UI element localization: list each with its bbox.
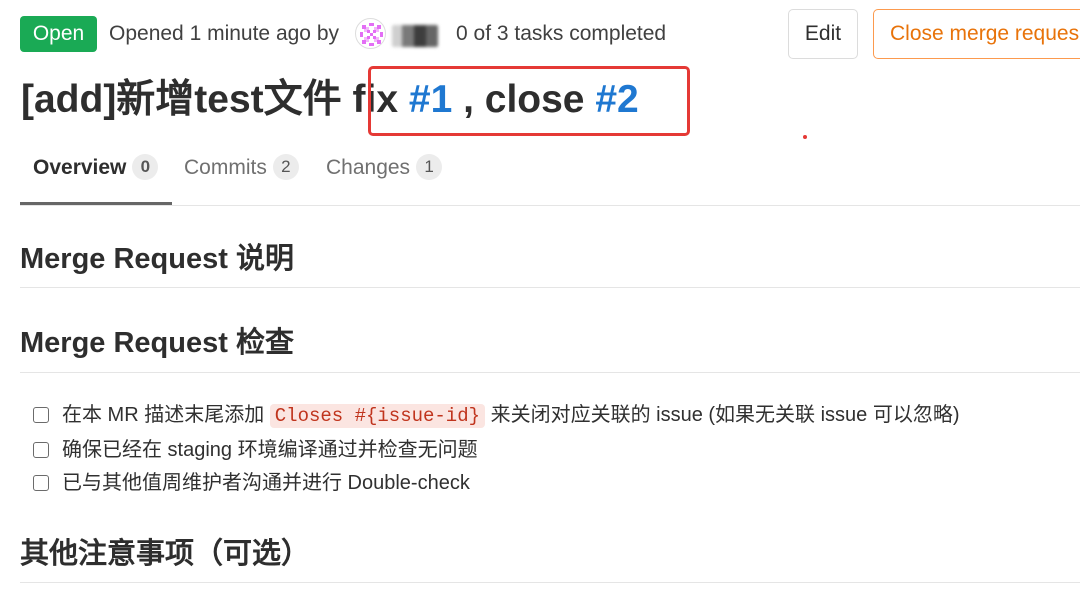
annotation-highlight-box bbox=[368, 66, 690, 136]
task-checkbox[interactable] bbox=[33, 407, 49, 423]
checklist-item: 在本 MR 描述末尾添加 Closes #{issue-id} 来关闭对应关联的… bbox=[33, 401, 960, 430]
tab-changes-count: 1 bbox=[416, 154, 443, 180]
tab-commits-label: Commits bbox=[184, 156, 267, 179]
tab-commits-count: 2 bbox=[272, 154, 299, 180]
title-prefix: [add]新增test文件 bbox=[21, 78, 353, 121]
author-name-redacted[interactable] bbox=[392, 25, 438, 47]
tab-overview-count: 0 bbox=[132, 154, 159, 180]
close-merge-request-button[interactable]: Close merge reques bbox=[873, 9, 1080, 59]
identicon-avatar-icon bbox=[360, 23, 383, 46]
tasks-progress-text: 0 of 3 tasks completed bbox=[456, 22, 667, 45]
author-avatar[interactable] bbox=[355, 18, 386, 49]
section-title-other-notes: 其他注意事项（可选） bbox=[20, 538, 311, 570]
section-divider bbox=[20, 372, 1080, 373]
inline-code: Closes #{issue-id} bbox=[269, 404, 486, 428]
checklist-item: 已与其他值周维护者沟通并进行 Double-check bbox=[33, 469, 470, 497]
tab-changes[interactable]: Changes 1 bbox=[326, 150, 443, 186]
annotation-dot bbox=[803, 135, 807, 139]
edit-button[interactable]: Edit bbox=[788, 9, 858, 59]
checklist-text: 已与其他值周维护者沟通并进行 Double-check bbox=[62, 472, 470, 494]
checklist-text: 确保已经在 staging 环境编译通过并检查无问题 bbox=[62, 439, 478, 461]
opened-text: Opened 1 minute ago by bbox=[109, 22, 339, 45]
section-title-description: Merge Request 说明 bbox=[20, 243, 294, 275]
checklist-item: 确保已经在 staging 环境编译通过并检查无问题 bbox=[33, 436, 478, 464]
task-checkbox[interactable] bbox=[33, 475, 49, 491]
section-divider bbox=[20, 582, 1080, 583]
checklist-text: 来关闭对应关联的 issue (如果无关联 issue 可以忽略) bbox=[485, 404, 960, 426]
tab-changes-label: Changes bbox=[326, 156, 411, 179]
tab-overview[interactable]: Overview 0 bbox=[33, 150, 159, 186]
tab-overview-label: Overview bbox=[33, 156, 127, 179]
tab-commits[interactable]: Commits 2 bbox=[184, 150, 299, 186]
checklist-text: 在本 MR 描述末尾添加 bbox=[62, 404, 270, 426]
status-badge: Open bbox=[20, 16, 97, 52]
task-checkbox[interactable] bbox=[33, 442, 49, 458]
tabs-divider bbox=[20, 205, 1080, 206]
section-divider bbox=[20, 287, 1080, 288]
section-title-checklist: Merge Request 检查 bbox=[20, 327, 294, 359]
